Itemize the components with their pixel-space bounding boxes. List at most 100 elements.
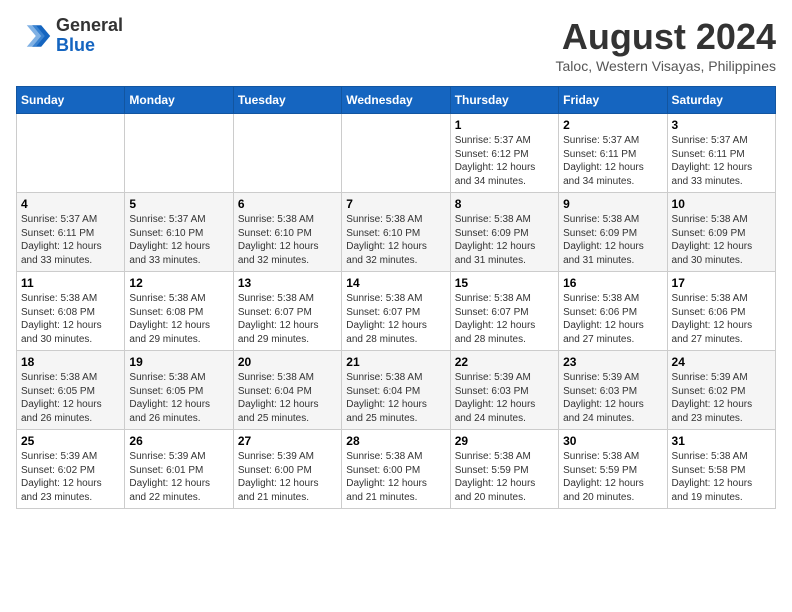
calendar-cell: 16Sunrise: 5:38 AM Sunset: 6:06 PM Dayli… [559, 272, 667, 351]
calendar-cell: 18Sunrise: 5:38 AM Sunset: 6:05 PM Dayli… [17, 351, 125, 430]
logo-line2: Blue [56, 36, 123, 56]
title-area: August 2024 Taloc, Western Visayas, Phil… [556, 16, 776, 74]
logo-icon [16, 18, 52, 54]
calendar-cell: 19 Sunrise: 5:38 AM Sunset: 6:05 PM Dayli… [125, 351, 233, 430]
day-number: 19 [129, 355, 228, 369]
calendar-cell: 9Sunrise: 5:38 AM Sunset: 6:09 PM Daylig… [559, 193, 667, 272]
day-info: Sunrise: 5:38 AM Sunset: 6:05 PM Dayligh… [129, 371, 228, 425]
day-number: 21 [346, 355, 445, 369]
calendar-cell: 20 Sunrise: 5:38 AM Sunset: 6:04 PM Dayli… [233, 351, 341, 430]
col-header-wednesday: Wednesday [342, 87, 450, 114]
day-info: Sunrise: 5:38 AM Sunset: 5:58 PM Dayligh… [672, 450, 771, 504]
day-number: 6 [238, 197, 337, 211]
calendar-cell: 13 Sunrise: 5:38 AM Sunset: 6:07 PM Dayli… [233, 272, 341, 351]
day-number: 25 [21, 434, 120, 448]
calendar-cell: 5 Sunrise: 5:37 AM Sunset: 6:10 PM Daylig… [125, 193, 233, 272]
day-number: 30 [563, 434, 662, 448]
calendar-table: SundayMondayTuesdayWednesdayThursdayFrid… [16, 86, 776, 509]
day-info: Sunrise: 5:38 AM Sunset: 6:06 PM Dayligh… [672, 292, 771, 346]
day-number: 7 [346, 197, 445, 211]
calendar-cell [342, 114, 450, 193]
day-number: 17 [672, 276, 771, 290]
header-row: SundayMondayTuesdayWednesdayThursdayFrid… [17, 87, 776, 114]
day-info: Sunrise: 5:38 AM Sunset: 5:59 PM Dayligh… [563, 450, 662, 504]
col-header-monday: Monday [125, 87, 233, 114]
day-number: 11 [21, 276, 120, 290]
calendar-cell: 6 Sunrise: 5:38 AM Sunset: 6:10 PM Daylig… [233, 193, 341, 272]
calendar-cell: 1Sunrise: 5:37 AM Sunset: 6:12 PM Daylig… [450, 114, 558, 193]
day-info: Sunrise: 5:38 AM Sunset: 6:07 PM Dayligh… [346, 292, 445, 346]
day-info: Sunrise: 5:38 AM Sunset: 6:04 PM Dayligh… [238, 371, 337, 425]
calendar-cell: 14 Sunrise: 5:38 AM Sunset: 6:07 PM Dayli… [342, 272, 450, 351]
calendar-cell: 15 Sunrise: 5:38 AM Sunset: 6:07 PM Dayli… [450, 272, 558, 351]
day-number: 23 [563, 355, 662, 369]
week-row-1: 1Sunrise: 5:37 AM Sunset: 6:12 PM Daylig… [17, 114, 776, 193]
day-info: Sunrise: 5:38 AM Sunset: 6:00 PM Dayligh… [346, 450, 445, 504]
calendar-cell: 4Sunrise: 5:37 AM Sunset: 6:11 PM Daylig… [17, 193, 125, 272]
day-info: Sunrise: 5:38 AM Sunset: 6:08 PM Dayligh… [129, 292, 228, 346]
week-row-4: 18Sunrise: 5:38 AM Sunset: 6:05 PM Dayli… [17, 351, 776, 430]
logo: General Blue [16, 16, 123, 56]
day-info: Sunrise: 5:38 AM Sunset: 6:09 PM Dayligh… [672, 213, 771, 267]
calendar-cell: 11Sunrise: 5:38 AM Sunset: 6:08 PM Dayli… [17, 272, 125, 351]
col-header-tuesday: Tuesday [233, 87, 341, 114]
day-number: 10 [672, 197, 771, 211]
day-info: Sunrise: 5:38 AM Sunset: 6:05 PM Dayligh… [21, 371, 120, 425]
calendar-cell: 26 Sunrise: 5:39 AM Sunset: 6:01 PM Dayli… [125, 430, 233, 509]
main-title: August 2024 [556, 16, 776, 58]
day-info: Sunrise: 5:38 AM Sunset: 6:07 PM Dayligh… [238, 292, 337, 346]
week-row-2: 4Sunrise: 5:37 AM Sunset: 6:11 PM Daylig… [17, 193, 776, 272]
day-info: Sunrise: 5:39 AM Sunset: 6:03 PM Dayligh… [563, 371, 662, 425]
calendar-cell: 31 Sunrise: 5:38 AM Sunset: 5:58 PM Dayli… [667, 430, 775, 509]
day-info: Sunrise: 5:37 AM Sunset: 6:10 PM Dayligh… [129, 213, 228, 267]
day-number: 14 [346, 276, 445, 290]
day-info: Sunrise: 5:38 AM Sunset: 6:10 PM Dayligh… [238, 213, 337, 267]
day-info: Sunrise: 5:39 AM Sunset: 6:02 PM Dayligh… [672, 371, 771, 425]
day-number: 8 [455, 197, 554, 211]
calendar-cell: 29 Sunrise: 5:38 AM Sunset: 5:59 PM Dayli… [450, 430, 558, 509]
day-number: 3 [672, 118, 771, 132]
calendar-cell: 3Sunrise: 5:37 AM Sunset: 6:11 PM Daylig… [667, 114, 775, 193]
calendar-cell: 7 Sunrise: 5:38 AM Sunset: 6:10 PM Daylig… [342, 193, 450, 272]
day-info: Sunrise: 5:38 AM Sunset: 6:07 PM Dayligh… [455, 292, 554, 346]
calendar-cell: 30 Sunrise: 5:38 AM Sunset: 5:59 PM Dayli… [559, 430, 667, 509]
day-info: Sunrise: 5:38 AM Sunset: 5:59 PM Dayligh… [455, 450, 554, 504]
day-number: 31 [672, 434, 771, 448]
col-header-friday: Friday [559, 87, 667, 114]
calendar-cell: 10 Sunrise: 5:38 AM Sunset: 6:09 PM Dayli… [667, 193, 775, 272]
week-row-5: 25 Sunrise: 5:39 AM Sunset: 6:02 PM Dayli… [17, 430, 776, 509]
day-number: 5 [129, 197, 228, 211]
day-number: 15 [455, 276, 554, 290]
day-info: Sunrise: 5:38 AM Sunset: 6:09 PM Dayligh… [455, 213, 554, 267]
calendar-cell [17, 114, 125, 193]
header: General Blue August 2024 Taloc, Western … [16, 16, 776, 74]
calendar-cell: 2Sunrise: 5:37 AM Sunset: 6:11 PM Daylig… [559, 114, 667, 193]
day-info: Sunrise: 5:39 AM Sunset: 6:01 PM Dayligh… [129, 450, 228, 504]
calendar-cell: 24 Sunrise: 5:39 AM Sunset: 6:02 PM Dayli… [667, 351, 775, 430]
day-info: Sunrise: 5:38 AM Sunset: 6:04 PM Dayligh… [346, 371, 445, 425]
calendar-cell: 8 Sunrise: 5:38 AM Sunset: 6:09 PM Daylig… [450, 193, 558, 272]
calendar-cell: 23 Sunrise: 5:39 AM Sunset: 6:03 PM Dayli… [559, 351, 667, 430]
day-info: Sunrise: 5:38 AM Sunset: 6:09 PM Dayligh… [563, 213, 662, 267]
day-number: 12 [129, 276, 228, 290]
day-number: 4 [21, 197, 120, 211]
calendar-cell: 28 Sunrise: 5:38 AM Sunset: 6:00 PM Dayli… [342, 430, 450, 509]
subtitle: Taloc, Western Visayas, Philippines [556, 58, 776, 74]
week-row-3: 11 Sunrise: 5:38 AM Sunset: 6:08 PM Dayli… [17, 272, 776, 351]
day-number: 20 [238, 355, 337, 369]
day-number: 24 [672, 355, 771, 369]
logo-line1: General [56, 16, 123, 36]
calendar-cell [233, 114, 341, 193]
calendar-cell: 12 Sunrise: 5:38 AM Sunset: 6:08 PM Dayli… [125, 272, 233, 351]
day-number: 28 [346, 434, 445, 448]
day-info: Sunrise: 5:38 AM Sunset: 6:10 PM Dayligh… [346, 213, 445, 267]
day-number: 16 [563, 276, 662, 290]
calendar-cell: 17 Sunrise: 5:38 AM Sunset: 6:06 PM Dayli… [667, 272, 775, 351]
day-info: Sunrise: 5:37 AM Sunset: 6:12 PM Dayligh… [455, 134, 554, 188]
day-number: 29 [455, 434, 554, 448]
day-info: Sunrise: 5:39 AM Sunset: 6:02 PM Dayligh… [21, 450, 120, 504]
day-number: 13 [238, 276, 337, 290]
calendar-cell: 25 Sunrise: 5:39 AM Sunset: 6:02 PM Dayli… [17, 430, 125, 509]
col-header-thursday: Thursday [450, 87, 558, 114]
day-number: 26 [129, 434, 228, 448]
